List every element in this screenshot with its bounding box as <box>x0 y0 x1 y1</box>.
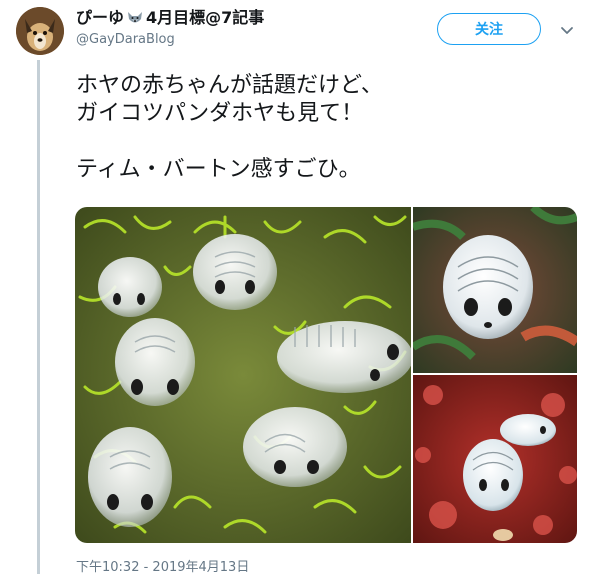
author-name-part1: ぴーゆ <box>76 8 125 27</box>
tweet-text-line: ホヤの赤ちゃんが話題だけど、 <box>76 73 383 98</box>
media-grid <box>75 207 577 543</box>
tweet-text: ホヤの赤ちゃんが話題だけど、 ガイコツパンダホヤも見て！ ティム・バートン感すご… <box>76 72 576 184</box>
thread-line <box>37 60 40 574</box>
tweet-text-line: ガイコツパンダホヤも見て！ <box>76 101 364 126</box>
author-name-part2: 4月目標@7記事 <box>146 8 265 27</box>
photo-skeleton-panda-sea-squirt-closeup[interactable] <box>413 207 577 373</box>
wolf-emoji-icon <box>126 9 144 27</box>
author-handle[interactable]: @GayDaraBlog <box>76 32 175 47</box>
chevron-down-icon[interactable] <box>560 22 574 36</box>
author-name[interactable]: ぴーゆ 4月目標@7記事 <box>76 8 264 28</box>
tweet-text-line: ティム・バートン感すごひ。 <box>76 157 361 182</box>
tweet-timestamp[interactable]: 下午10:32 - 2019年4月13日 <box>76 556 249 574</box>
follow-button[interactable]: 关注 <box>437 13 541 45</box>
photo-skeleton-panda-sea-squirts-green-coral[interactable] <box>75 207 411 543</box>
tweet-card: ぴーゆ 4月目標@7記事 @GayDaraBlog 关注 ホヤの赤ちゃんが話題だ… <box>0 0 594 574</box>
dog-avatar-icon[interactable] <box>16 7 64 55</box>
photo-skeleton-panda-sea-squirts-red-reef[interactable] <box>413 375 577 543</box>
